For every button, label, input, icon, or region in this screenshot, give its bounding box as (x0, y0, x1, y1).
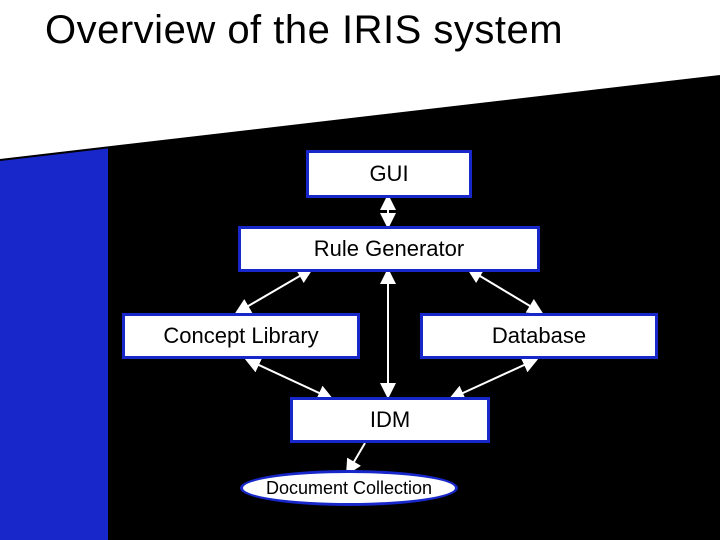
slide-stage: Overview of the IRIS system GUI Rule Gen… (0, 0, 720, 540)
node-database-label: Database (492, 323, 586, 349)
node-document-collection: Document Collection (240, 470, 458, 506)
node-gui: GUI (306, 150, 472, 198)
node-rule-generator-label: Rule Generator (314, 236, 464, 262)
node-gui-label: GUI (369, 161, 408, 187)
node-idm: IDM (290, 397, 490, 443)
node-idm-label: IDM (370, 407, 410, 433)
node-rule-generator: Rule Generator (238, 226, 540, 272)
node-database: Database (420, 313, 658, 359)
node-concept-library: Concept Library (122, 313, 360, 359)
node-concept-library-label: Concept Library (163, 323, 318, 349)
node-document-collection-label: Document Collection (266, 478, 432, 499)
